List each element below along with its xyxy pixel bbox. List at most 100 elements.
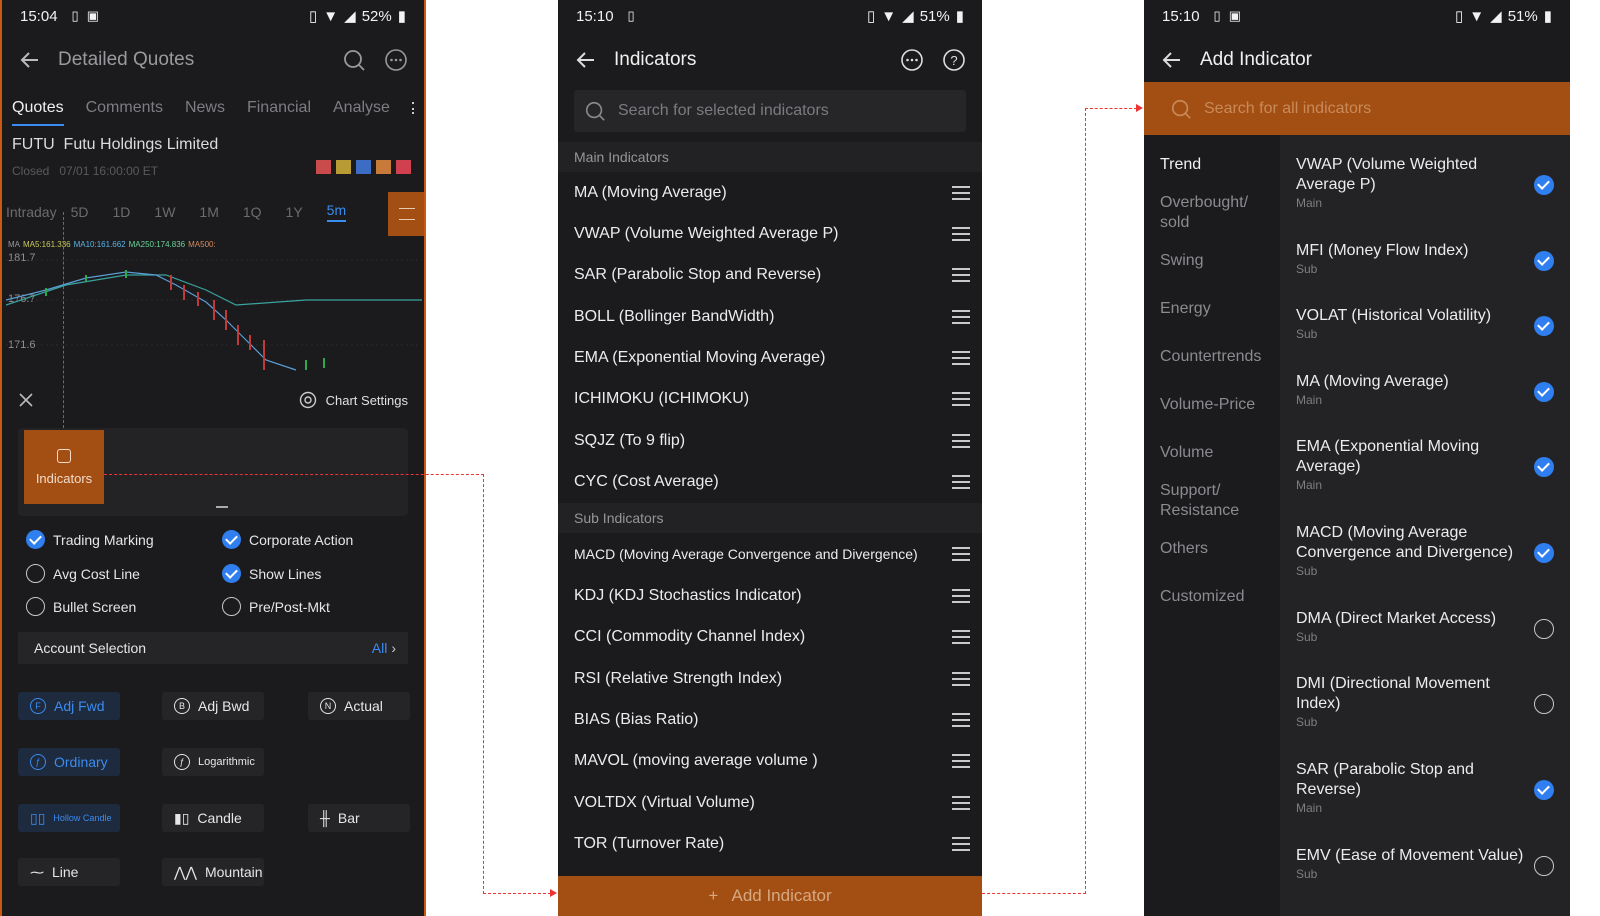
- search-icon[interactable]: [342, 48, 366, 72]
- more-icon[interactable]: [384, 48, 408, 72]
- price-chart[interactable]: [6, 230, 422, 375]
- option-show-lines[interactable]: Show Lines: [222, 564, 321, 583]
- drag-handle-icon[interactable]: [952, 433, 970, 448]
- list-item[interactable]: EMA (Exponential Moving Average) Main: [1296, 437, 1560, 497]
- drag-handle-icon[interactable]: [952, 546, 970, 561]
- option-corporate-action[interactable]: Corporate Action: [222, 530, 353, 549]
- category-support-resistance[interactable]: Support/ Resistance: [1160, 481, 1260, 521]
- close-icon[interactable]: [18, 392, 34, 408]
- category-volume[interactable]: Volume: [1160, 443, 1213, 463]
- tab-analyse[interactable]: Analyse: [333, 99, 390, 117]
- drag-handle-icon[interactable]: [952, 474, 970, 489]
- category-countertrends[interactable]: Countertrends: [1160, 347, 1261, 367]
- back-arrow-icon[interactable]: [1160, 48, 1184, 72]
- tab-comments[interactable]: Comments: [86, 99, 163, 117]
- drag-handle-icon[interactable]: [952, 795, 970, 810]
- drag-handle-icon[interactable]: [952, 350, 970, 365]
- drag-handle-icon[interactable]: [952, 267, 970, 282]
- category-trend[interactable]: Trend: [1160, 155, 1201, 175]
- period-intraday[interactable]: Intraday: [6, 204, 57, 220]
- list-item[interactable]: CCI (Commodity Channel Index): [558, 616, 982, 657]
- candle-button[interactable]: ▮▯ Candle: [162, 804, 264, 832]
- drag-handle-icon[interactable]: [952, 753, 970, 768]
- drag-handle-icon[interactable]: [952, 588, 970, 603]
- back-arrow-icon[interactable]: [18, 48, 42, 72]
- period-1q[interactable]: 1Q: [243, 204, 262, 220]
- hollow-candle-button[interactable]: ▯▯ Hollow Candle: [18, 804, 120, 832]
- period-1y[interactable]: 1Y: [286, 204, 303, 220]
- checkbox-icon[interactable]: [1534, 457, 1554, 477]
- checkbox-icon[interactable]: [26, 530, 45, 549]
- category-overbought-sold[interactable]: Overbought/ sold: [1160, 193, 1270, 233]
- checkbox-icon[interactable]: [1534, 619, 1554, 639]
- checkbox-icon[interactable]: [26, 564, 45, 583]
- option-pre-post-mkt[interactable]: Pre/Post-Mkt: [222, 597, 330, 616]
- search-input[interactable]: Search for selected indicators: [618, 102, 829, 120]
- list-item[interactable]: ICHIMOKU (ICHIMOKU): [558, 378, 982, 419]
- category-customized[interactable]: Customized: [1160, 587, 1244, 607]
- period-1w[interactable]: 1W: [154, 204, 175, 220]
- list-item[interactable]: BOLL (Bollinger BandWidth): [558, 296, 982, 337]
- actual-button[interactable]: N Actual: [308, 692, 410, 720]
- option-avg-cost-line[interactable]: Avg Cost Line: [26, 564, 140, 583]
- back-arrow-icon[interactable]: [574, 48, 598, 72]
- tab-financial[interactable]: Financial: [247, 99, 311, 117]
- heart-icon[interactable]: [396, 160, 411, 174]
- list-item[interactable]: BIAS (Bias Ratio): [558, 699, 982, 740]
- tab-news[interactable]: News: [185, 99, 225, 117]
- list-item[interactable]: RSI (Relative Strength Index): [558, 658, 982, 699]
- checkbox-icon[interactable]: [1534, 251, 1554, 271]
- checkbox-icon[interactable]: [1534, 694, 1554, 714]
- list-item[interactable]: CYC (Cost Average): [558, 461, 982, 502]
- category-energy[interactable]: Energy: [1160, 299, 1211, 319]
- drag-handle-icon[interactable]: [952, 226, 970, 241]
- drag-handle-icon[interactable]: [952, 712, 970, 727]
- list-item[interactable]: MA (Moving Average): [558, 172, 982, 213]
- checkbox-icon[interactable]: [1534, 316, 1554, 336]
- search-bar[interactable]: Search for selected indicators: [574, 90, 966, 132]
- logarithmic-button[interactable]: ƒ Logarithmic: [162, 748, 264, 776]
- list-item[interactable]: EMV (Ease of Movement Value) Sub: [1296, 846, 1560, 886]
- line-button[interactable]: ⁓ Line: [18, 858, 120, 886]
- checkbox-icon[interactable]: [1534, 780, 1554, 800]
- period-1m[interactable]: 1M: [199, 204, 218, 220]
- period-5m[interactable]: 5m: [326, 202, 347, 222]
- indicators-button[interactable]: Indicators: [24, 430, 104, 504]
- checkbox-icon[interactable]: [222, 564, 241, 583]
- option-trading-marking[interactable]: Trading Marking: [26, 530, 154, 549]
- list-item[interactable]: SAR (Parabolic Stop and Reverse) Main: [1296, 760, 1560, 820]
- checkbox-icon[interactable]: [1534, 543, 1554, 563]
- checkbox-icon[interactable]: [1534, 175, 1554, 195]
- period-5d[interactable]: 5D: [71, 204, 89, 220]
- help-icon[interactable]: ?: [942, 48, 966, 72]
- list-item[interactable]: MA (Moving Average) Main: [1296, 372, 1560, 412]
- search-bar[interactable]: Search for all indicators: [1144, 82, 1570, 135]
- checkbox-icon[interactable]: [222, 530, 241, 549]
- add-indicator-button[interactable]: + Add Indicator: [558, 876, 982, 916]
- mountain-button[interactable]: ⋀⋀ Mountain: [162, 858, 264, 886]
- tabs-menu-icon[interactable]: [411, 102, 415, 114]
- tab-quotes[interactable]: Quotes: [12, 99, 64, 126]
- list-item[interactable]: DMI (Directional Movement Index) Sub: [1296, 674, 1560, 734]
- drag-handle-icon[interactable]: [952, 309, 970, 324]
- list-item[interactable]: VOLTDX (Virtual Volume): [558, 782, 982, 823]
- search-input[interactable]: Search for all indicators: [1204, 100, 1371, 118]
- list-item[interactable]: EMA (Exponential Moving Average): [558, 337, 982, 378]
- list-item[interactable]: MFI (Money Flow Index) Sub: [1296, 241, 1560, 281]
- period-1d[interactable]: 1D: [113, 204, 131, 220]
- adj-bwd-button[interactable]: B Adj Bwd: [162, 692, 264, 720]
- checkbox-icon[interactable]: [222, 597, 241, 616]
- more-icon[interactable]: [900, 48, 924, 72]
- list-item[interactable]: KDJ (KDJ Stochastics Indicator): [558, 575, 982, 616]
- checkbox-icon[interactable]: [1534, 382, 1554, 402]
- list-item[interactable]: DMA (Direct Market Access) Sub: [1296, 609, 1560, 649]
- list-item[interactable]: MAVOL (moving average volume ): [558, 740, 982, 781]
- bar-button[interactable]: ╫ Bar: [308, 804, 410, 832]
- chart-settings-button[interactable]: Chart Settings: [298, 390, 408, 410]
- option-bullet-screen[interactable]: Bullet Screen: [26, 597, 136, 616]
- account-selection-row[interactable]: Account Selection All ›: [18, 632, 408, 664]
- category-others[interactable]: Others: [1160, 539, 1208, 559]
- drag-handle-icon[interactable]: [952, 671, 970, 686]
- list-item[interactable]: SAR (Parabolic Stop and Reverse): [558, 254, 982, 295]
- drag-handle-icon[interactable]: [952, 629, 970, 644]
